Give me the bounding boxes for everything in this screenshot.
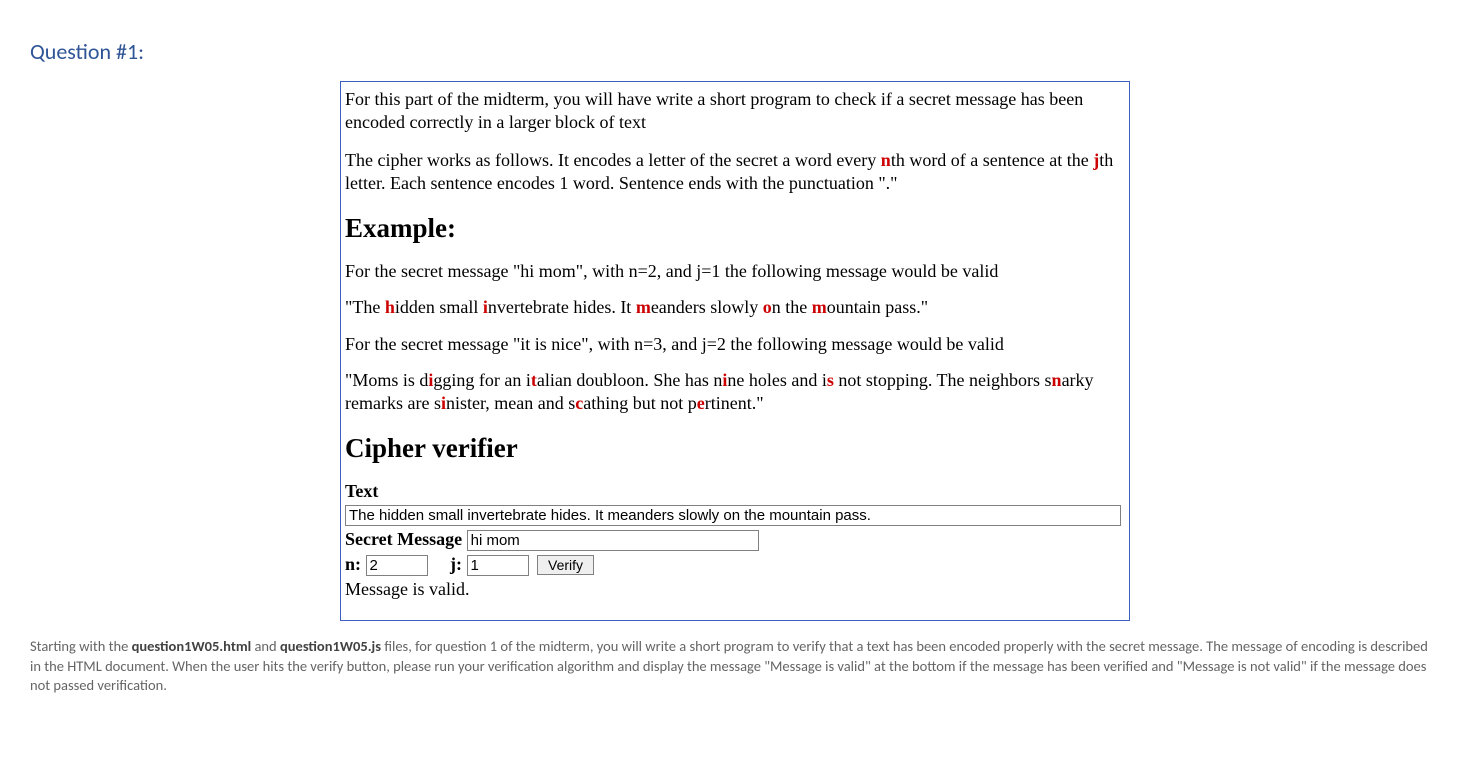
text-span: The cipher works as follows. It encodes … (345, 150, 881, 170)
text-span: and (251, 637, 280, 655)
filename: question1W05.js (280, 637, 381, 655)
secret-label: Secret Message (345, 529, 462, 549)
secret-input[interactable] (467, 530, 759, 551)
n-input[interactable] (366, 555, 428, 576)
intro-paragraph-2: The cipher works as follows. It encodes … (345, 149, 1125, 194)
problem-frame: For this part of the midterm, you will h… (340, 81, 1130, 621)
j-label: j: (450, 554, 462, 574)
j-input[interactable] (467, 555, 529, 576)
example2-text: "Moms is digging for an italian doubloon… (345, 369, 1125, 414)
text-span: Starting with the (30, 637, 132, 655)
result-text: Message is valid. (345, 578, 1125, 601)
example1-lead: For the secret message "hi mom", with n=… (345, 260, 1125, 283)
question-title: Question #1: (30, 38, 1436, 65)
example-heading: Example: (345, 212, 1125, 246)
text-label: Text (345, 481, 378, 501)
cipher-form: Text Secret Message n: j: Verify Message… (345, 480, 1125, 600)
n-label: n: (345, 554, 361, 574)
verifier-heading: Cipher verifier (345, 432, 1125, 466)
param-n: n (881, 150, 891, 170)
example1-text: "The hidden small invertebrate hides. It… (345, 296, 1125, 319)
filename: question1W05.html (132, 637, 252, 655)
example2-lead: For the secret message "it is nice", wit… (345, 333, 1125, 356)
intro-paragraph-1: For this part of the midterm, you will h… (345, 88, 1125, 133)
verify-button[interactable]: Verify (537, 555, 594, 575)
instructions-text: Starting with the question1W05.html and … (30, 637, 1436, 696)
text-span: th word of a sentence at the (891, 150, 1093, 170)
text-input[interactable] (345, 505, 1121, 526)
